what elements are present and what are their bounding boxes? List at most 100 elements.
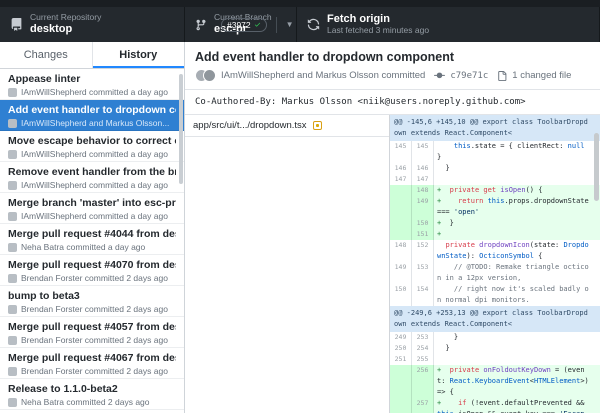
old-line-number: 250 (390, 343, 412, 354)
fetch-origin-button[interactable]: Fetch origin Last fetched 3 minutes ago (297, 7, 600, 42)
old-line-number (390, 398, 412, 413)
avatar (8, 181, 17, 190)
tab-changes[interactable]: Changes (0, 42, 93, 68)
old-line-number: 145 (390, 141, 412, 163)
content-split: app/src/ui/t.../dropdown.tsx @@ -145,6 +… (185, 115, 600, 413)
commit-list-meta: IAmWillShepherd committed a day ago (21, 87, 168, 97)
commit-list-meta: IAmWillShepherd committed a day ago (21, 180, 168, 190)
repo-icon (10, 18, 23, 31)
old-line-number (390, 218, 412, 229)
list-item[interactable]: Release to 1.1.0-beta2 Neha Batra committ… (0, 379, 184, 410)
list-item[interactable]: Merge pull request #4057 from desk...Bre… (0, 317, 184, 348)
avatar (8, 243, 17, 252)
current-repository-button[interactable]: Current Repository desktop (0, 7, 185, 42)
new-line-number: 145 (412, 141, 434, 163)
diff-line-context: 150154 // right now it's scaled badly on… (390, 284, 600, 306)
diff-line-added: 148+ private get isOpen() { (390, 185, 600, 196)
commit-meta-row: IAmWillShepherd and Markus Olsson commit… (195, 69, 590, 82)
commit-list-meta: Neha Batra committed 2 days ago (21, 397, 150, 407)
diff-line-added: 149+ return this.props.dropdownState ===… (390, 196, 600, 218)
old-line-number: 150 (390, 284, 412, 306)
git-commit-icon (434, 70, 445, 81)
diff-body: @@ -145,6 +145,10 @@ export class Toolba… (390, 115, 600, 413)
diff-line-context: 145145 this.state = { clientRect: null } (390, 141, 600, 163)
commit-list-title: Merge branch 'master' into esc-pr (8, 197, 176, 209)
commit-sha[interactable]: c79e71c (450, 71, 488, 81)
old-line-number: 146 (390, 163, 412, 174)
commit-list: Appease linter IAmWillShepherd committed … (0, 69, 184, 413)
diff-line-context: 149153 // @TODO: Remake triangle octicon… (390, 262, 600, 284)
list-item[interactable]: Appease linter IAmWillShepherd committed … (0, 69, 184, 100)
commit-header: Add event handler to dropdown component … (185, 42, 600, 89)
new-line-number: 150 (412, 218, 434, 229)
tab-history[interactable]: History (93, 42, 185, 68)
commit-list-title: Merge pull request #4067 from desk... (8, 352, 176, 364)
diff-view: @@ -145,6 +145,10 @@ export class Toolba… (390, 115, 600, 413)
new-line-number: 154 (412, 284, 434, 306)
old-line-number (390, 185, 412, 196)
diff-line-context: 146146 } (390, 163, 600, 174)
avatar (203, 69, 216, 82)
toolbar: Current Repository desktop Current Branc… (0, 7, 600, 42)
new-line-number: 149 (412, 196, 434, 218)
avatar (8, 274, 17, 283)
pr-number: #3972 (227, 20, 251, 30)
new-line-number: 257 (412, 398, 434, 413)
commit-list-meta: Brendan Forster committed 2 days ago (21, 273, 168, 283)
new-line-number: 152 (412, 240, 434, 262)
commit-byline: IAmWillShepherd and Markus Olsson commit… (221, 70, 425, 81)
list-item[interactable]: Merge pull request #4070 from desk...Bre… (0, 255, 184, 286)
diff-scrollbar[interactable] (594, 133, 599, 201)
old-line-number: 147 (390, 174, 412, 185)
sidebar-scrollbar[interactable] (179, 74, 183, 184)
new-line-number: 255 (412, 354, 434, 365)
avatar (8, 212, 17, 221)
commit-list-title: Merge pull request #4057 from desk... (8, 321, 176, 333)
sidebar: Changes History Appease linter IAmWillShe… (0, 42, 185, 413)
pr-status-badge[interactable]: #3972 (221, 18, 267, 32)
commit-list-meta: Brendan Forster committed 2 days ago (21, 304, 168, 314)
new-line-number: 253 (412, 332, 434, 343)
list-item[interactable]: bump to beta3 Brendan Forster committed 2… (0, 286, 184, 317)
chevron-down-icon[interactable]: ▼ (286, 20, 294, 29)
commit-list-title: Add event handler to dropdown com... (8, 104, 176, 116)
commit-list-title: Appease linter (8, 73, 176, 85)
list-item[interactable]: Remove event handler from the bran... IAm… (0, 162, 184, 193)
commit-description: Co-Authored-By: Markus Olsson <niik@user… (185, 89, 600, 115)
old-line-number (390, 229, 412, 240)
commit-list-meta: IAmWillShepherd committed a day ago (21, 211, 168, 221)
list-item[interactable]: Merge pull request #4067 from desk... Bre… (0, 348, 184, 379)
diff-line-added: 150+ } (390, 218, 600, 229)
new-line-number: 146 (412, 163, 434, 174)
old-line-number (390, 365, 412, 398)
new-line-number: 256 (412, 365, 434, 398)
file-icon (497, 71, 507, 81)
list-item[interactable]: Merge branch 'master' into esc-pr IAmWill… (0, 193, 184, 224)
commit-list-title: Merge pull request #4044 from desk... (8, 228, 176, 240)
sync-icon (307, 18, 320, 31)
avatar (8, 398, 17, 407)
commit-list-title: bump to beta3 (8, 290, 176, 302)
avatar (8, 305, 17, 314)
old-line-number: 148 (390, 240, 412, 262)
commit-list-meta: IAmWillShepherd committed a day ago (21, 149, 168, 159)
list-item[interactable]: Move escape behavior to correct co... IAm… (0, 131, 184, 162)
fetch-origin-sublabel: Last fetched 3 minutes ago (327, 26, 429, 36)
diff-line-added: 256+ private onFoldoutKeyDown = (event: … (390, 365, 600, 398)
old-line-number: 149 (390, 262, 412, 284)
file-path: app/src/ui/t.../dropdown.tsx (193, 120, 307, 131)
current-branch-button[interactable]: Current Branch esc-pr #3972 ▼ (185, 7, 297, 42)
new-line-number: 153 (412, 262, 434, 284)
commit-list-title: Release to 1.1.0-beta2 (8, 383, 176, 395)
list-item[interactable]: Merge pull request #4044 from desk...Neh… (0, 224, 184, 255)
avatar (8, 367, 17, 376)
avatar (8, 150, 17, 159)
commit-list-title: Remove event handler from the bran... (8, 166, 176, 178)
commit-detail: Add event handler to dropdown component … (185, 42, 600, 413)
commit-list-title: Move escape behavior to correct co... (8, 135, 176, 147)
list-item[interactable]: Add event handler to dropdown com...IAmW… (0, 100, 184, 131)
changed-file-row[interactable]: app/src/ui/t.../dropdown.tsx (185, 115, 389, 137)
commit-list-meta: Brendan Forster committed 2 days ago (21, 366, 168, 376)
new-line-number: 151 (412, 229, 434, 240)
diff-line-context: 147147 (390, 174, 600, 185)
